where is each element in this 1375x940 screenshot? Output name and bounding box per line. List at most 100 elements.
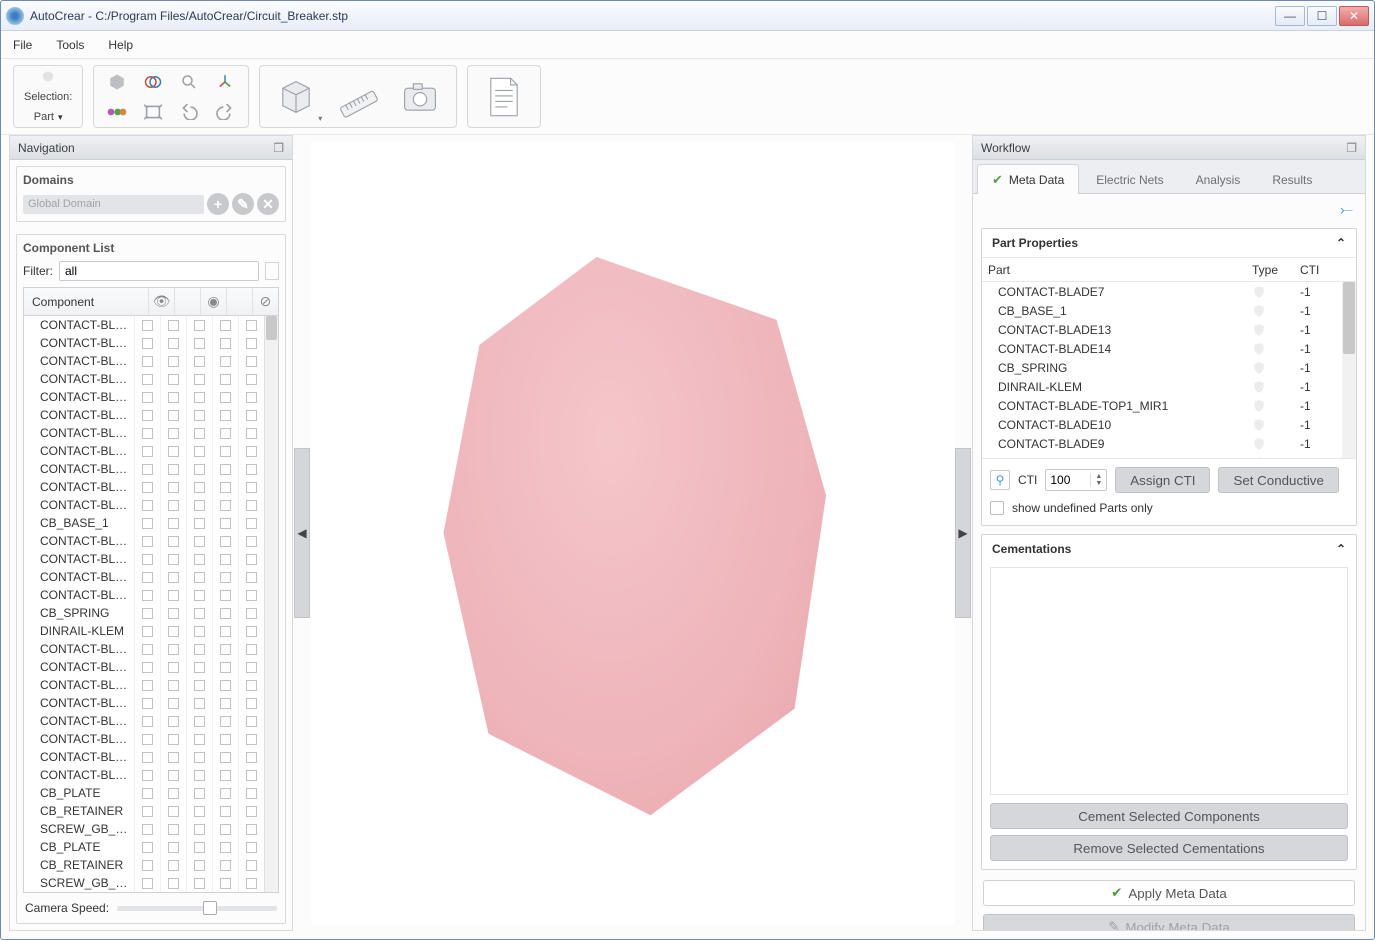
table-row[interactable]: CB_BASE_1 [24, 514, 264, 532]
table-row[interactable]: CONTACT-BLADE5 [24, 460, 264, 478]
remove-cementations-button[interactable]: Remove Selected Cementations [990, 835, 1348, 861]
apply-meta-data-button[interactable]: ✔Apply Meta Data [983, 880, 1355, 906]
table-row[interactable]: CONTACT-BLADE14 [24, 568, 264, 586]
modify-meta-data-button[interactable]: ✎Modify Meta Data [983, 914, 1355, 930]
table-row[interactable]: CONTACT-BLADE-TO… [24, 640, 264, 658]
table-row[interactable]: CONTACT-BLADE-TO… [24, 712, 264, 730]
3d-viewport[interactable] [311, 141, 954, 925]
camera-speed-slider[interactable] [117, 906, 277, 911]
cti-spinner[interactable]: ▲▼ [1045, 469, 1107, 491]
table-row[interactable]: CONTACT-BLADE9-1 [982, 434, 1356, 453]
col-visibility-icon[interactable]: 👁 [148, 288, 174, 315]
tab-results[interactable]: Results [1257, 164, 1327, 193]
table-row[interactable]: CONTACT-BLADE-TO… [24, 352, 264, 370]
workflow-undock-icon[interactable]: ❐ [1346, 141, 1357, 155]
table-row[interactable]: CONTACT-BLADE10 [24, 658, 264, 676]
tab-electric-nets[interactable]: Electric Nets [1081, 164, 1178, 193]
table-row[interactable]: CONTACT-BLADE9 [24, 676, 264, 694]
col-type[interactable]: Type [1252, 263, 1300, 277]
menu-file[interactable]: File [13, 38, 32, 52]
cement-components-button[interactable]: Cement Selected Components [990, 803, 1348, 829]
domain-add-icon[interactable]: + [207, 193, 229, 215]
show-undefined-checkbox[interactable] [990, 501, 1004, 515]
tab-analysis[interactable]: Analysis [1181, 164, 1256, 193]
table-row[interactable]: CONTACT-BLADE-TO… [24, 424, 264, 442]
table-row[interactable]: CONTACT-BLADE-TO… [24, 406, 264, 424]
table-row[interactable]: CONTACT-BLADE7-1 [982, 282, 1356, 301]
ruler-icon[interactable] [330, 69, 386, 125]
undock-icon[interactable]: ❐ [273, 141, 284, 155]
camera-icon[interactable] [392, 69, 448, 125]
merge-icon[interactable]: ⤚ [1340, 202, 1353, 220]
table-row[interactable]: CONTACT-BLADE10-1 [982, 415, 1356, 434]
table-row[interactable]: CONTACT-BLADE13 [24, 532, 264, 550]
domain-delete-icon[interactable]: ✕ [257, 193, 279, 215]
col-cti[interactable]: CTI [1300, 263, 1350, 277]
minimize-button[interactable]: — [1275, 6, 1305, 26]
part-properties-scrollbar[interactable] [1342, 282, 1356, 458]
table-row[interactable]: CONTACT-BLADE-TO… [24, 316, 264, 334]
table-row[interactable]: CONTACT-BLADE-TO… [24, 370, 264, 388]
cementations-list[interactable] [990, 567, 1348, 795]
table-row[interactable]: CONTACT-BLADE11 [24, 730, 264, 748]
col-component[interactable]: Component [24, 295, 148, 309]
menu-tools[interactable]: Tools [56, 38, 84, 52]
cementations-collapse-icon[interactable]: ⌃ [1336, 542, 1346, 556]
undo-icon[interactable] [174, 98, 204, 126]
table-row[interactable]: CONTACT-BLADE-TO… [24, 766, 264, 784]
table-row[interactable]: SCREW_GB_T_1380… [24, 820, 264, 838]
table-row[interactable]: CB_RETAINER [24, 802, 264, 820]
table-row[interactable]: CB_BASE_1-1 [982, 301, 1356, 320]
set-conductive-button[interactable]: Set Conductive [1218, 467, 1338, 493]
table-row[interactable]: CONTACT-BLADE8 [24, 388, 264, 406]
spheres-icon[interactable] [102, 98, 132, 126]
col-exclude-icon[interactable]: ⊘ [252, 288, 278, 315]
part-properties-collapse-icon[interactable]: ⌃ [1336, 236, 1346, 250]
transparent-box-icon[interactable]: ▾ [268, 69, 324, 125]
domain-edit-icon[interactable]: ✎ [232, 193, 254, 215]
col-solid-icon[interactable]: ◉ [200, 288, 226, 315]
table-row[interactable]: CB_PLATE [24, 784, 264, 802]
table-row[interactable]: CONTACT-BLADE-TO… [24, 550, 264, 568]
tab-meta-data[interactable]: ✔Meta Data [977, 164, 1079, 194]
table-row[interactable]: CONTACT-BLADE7 [24, 496, 264, 514]
table-row[interactable]: CONTACT-BLADE-TOP1_MIR-1 [982, 453, 1356, 458]
close-button[interactable]: ✕ [1339, 6, 1369, 26]
table-row[interactable]: CONTACT-BLADE12 [24, 748, 264, 766]
overlap-icon[interactable] [138, 68, 168, 96]
assign-cti-button[interactable]: Assign CTI [1115, 467, 1210, 493]
shaded-view-icon[interactable] [102, 68, 132, 96]
table-row[interactable]: DINRAIL-KLEM-1 [982, 377, 1356, 396]
filter-input[interactable] [59, 261, 259, 281]
component-scrollbar[interactable] [264, 316, 278, 892]
table-row[interactable]: CONTACT-BLADE-TO… [24, 586, 264, 604]
table-row[interactable]: CB_RETAINER [24, 856, 264, 874]
table-row[interactable]: CONTACT-BLADE-TO… [24, 694, 264, 712]
table-row[interactable]: CB_PLATE [24, 838, 264, 856]
table-row[interactable]: SCREW_GB_T_1380… [24, 874, 264, 892]
table-row[interactable]: CONTACT-BLADE-TOP1_MIR1-1 [982, 396, 1356, 415]
report-icon[interactable] [476, 69, 532, 125]
table-row[interactable]: CONTACT-BLADE13-1 [982, 320, 1356, 339]
cti-input[interactable] [1046, 473, 1090, 487]
selection-mode-button[interactable]: Selection: Part▾ [13, 65, 83, 128]
filter-clear-icon[interactable] [265, 262, 279, 280]
redo-icon[interactable] [210, 98, 240, 126]
cti-key-icon[interactable]: ⚲ [990, 470, 1010, 490]
table-row[interactable]: CONTACT-BLADE-TO… [24, 442, 264, 460]
fit-view-icon[interactable] [138, 98, 168, 126]
table-row[interactable]: CB_SPRING [24, 604, 264, 622]
menu-help[interactable]: Help [108, 38, 133, 52]
table-row[interactable]: CONTACT-BLADE-TO… [24, 334, 264, 352]
right-collapse-handle[interactable]: ▶ [955, 448, 971, 618]
maximize-button[interactable]: ☐ [1307, 6, 1337, 26]
table-row[interactable]: CB_SPRING-1 [982, 358, 1356, 377]
col-part[interactable]: Part [988, 263, 1252, 277]
table-row[interactable]: DINRAIL-KLEM [24, 622, 264, 640]
left-collapse-handle[interactable]: ◀ [294, 448, 310, 618]
zoom-icon[interactable] [174, 68, 204, 96]
table-row[interactable]: CONTACT-BLADE6 [24, 478, 264, 496]
axes-icon[interactable] [210, 68, 240, 96]
table-row[interactable]: CONTACT-BLADE14-1 [982, 339, 1356, 358]
domain-field[interactable]: Global Domain [23, 195, 204, 214]
